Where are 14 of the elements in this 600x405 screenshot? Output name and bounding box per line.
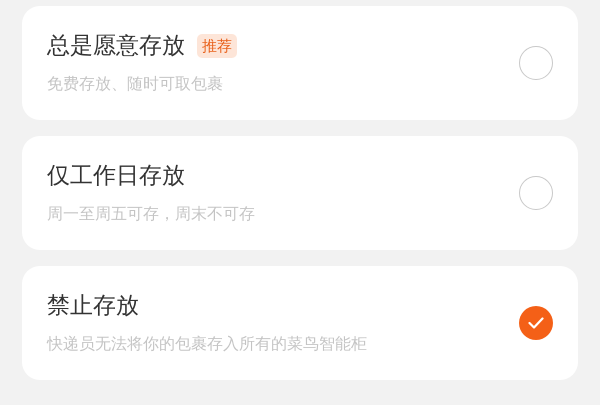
option-title: 仅工作日存放	[47, 162, 185, 190]
radio-button[interactable]	[519, 46, 553, 80]
option-title: 总是愿意存放	[47, 32, 185, 60]
recommended-badge: 推荐	[197, 34, 237, 58]
check-icon	[528, 317, 544, 329]
radio-checked[interactable]	[519, 306, 553, 340]
option-card[interactable]: 仅工作日存放 周一至周五可存，周末不可存	[22, 136, 578, 250]
option-card[interactable]: 总是愿意存放 推荐 免费存放、随时可取包裹	[22, 6, 578, 120]
option-description: 周一至周五可存，周末不可存	[47, 204, 256, 224]
option-card[interactable]: 禁止存放 快递员无法将你的包裹存入所有的菜鸟智能柜	[22, 266, 578, 380]
option-description: 免费存放、随时可取包裹	[47, 74, 224, 94]
radio-button[interactable]	[519, 176, 553, 210]
option-description: 快递员无法将你的包裹存入所有的菜鸟智能柜	[47, 334, 368, 354]
option-title: 禁止存放	[47, 292, 139, 320]
